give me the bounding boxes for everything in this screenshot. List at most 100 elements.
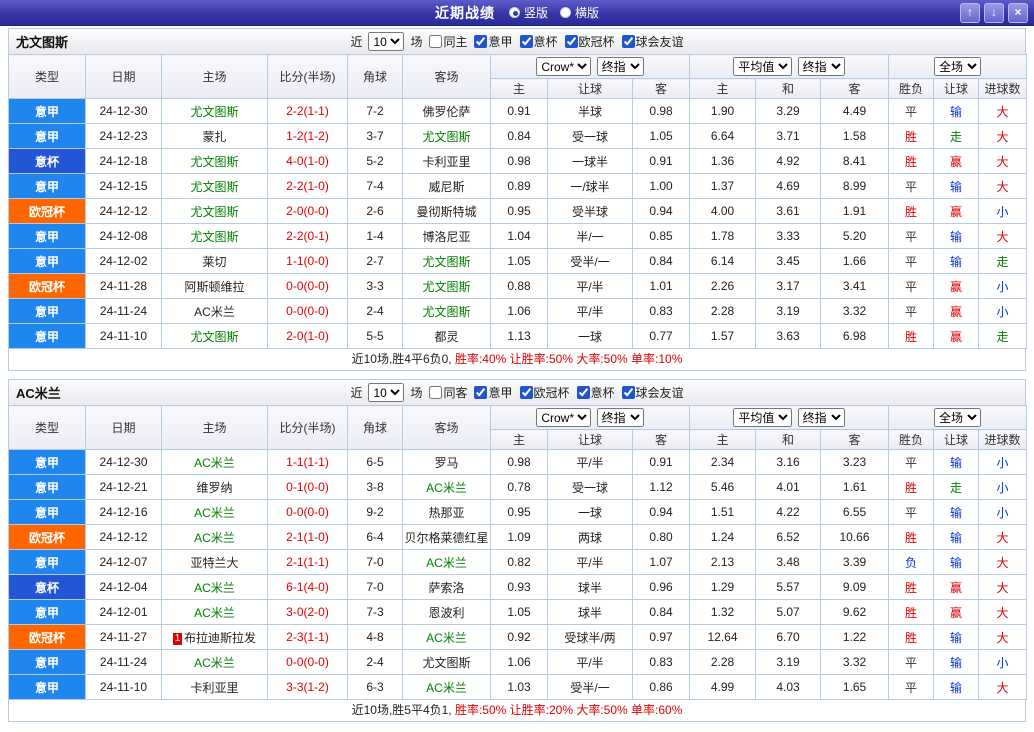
handicap-company-select[interactable]: Crow* (536, 408, 591, 427)
same-venue-checkbox[interactable] (429, 386, 442, 399)
corner-score: 1-4 (348, 224, 403, 249)
score: 2-0(1-0) (268, 324, 348, 349)
europe-avg-select[interactable]: 平均值 (733, 408, 792, 427)
home-team: 尤文图斯 (162, 174, 268, 199)
handicap-stage-select[interactable]: 终指 (597, 408, 644, 427)
view-radio[interactable]: 竖版 (509, 4, 548, 21)
result-handicap: 走 (934, 124, 979, 149)
view-radio[interactable]: 横版 (560, 4, 599, 21)
handicap-odds-away: 0.84 (633, 600, 690, 625)
avg-odds-home: 1.36 (690, 149, 756, 174)
handicap-company-select[interactable]: Crow* (536, 57, 591, 76)
result-goals: 大 (979, 625, 1027, 650)
league-checkbox[interactable] (577, 386, 590, 399)
league-checkbox[interactable] (565, 35, 578, 48)
recent-count-select[interactable]: 10 (368, 383, 404, 402)
league-checkbox[interactable] (474, 386, 487, 399)
col-header-score: 比分(半场) (268, 55, 348, 99)
match-row: 意甲24-12-08尤文图斯2-2(0-1)1-4博洛尼亚1.04半/一0.85… (9, 224, 1027, 249)
result-wdl: 胜 (889, 625, 934, 650)
avg-odds-away: 3.39 (821, 550, 889, 575)
handicap-odds-group: Crow* 终指 (491, 55, 690, 79)
fulltime-select[interactable]: 全场 (934, 57, 981, 76)
recent-label: 近 (350, 33, 362, 50)
avg-odds-home: 1.57 (690, 324, 756, 349)
result-handicap: 输 (934, 224, 979, 249)
avg-odds-away: 1.65 (821, 675, 889, 700)
result-goals: 小 (979, 274, 1027, 299)
handicap-line: 受一球 (548, 475, 633, 500)
home-team: 莱切 (162, 249, 268, 274)
same-venue-checkbox[interactable] (429, 35, 442, 48)
corner-score: 7-2 (348, 99, 403, 124)
result-wdl: 胜 (889, 149, 934, 174)
league-filter[interactable]: 欧冠杯 (516, 384, 570, 401)
handicap-stage-select[interactable]: 终指 (597, 57, 644, 76)
result-goals: 小 (979, 475, 1027, 500)
avg-odds-draw: 3.19 (756, 650, 821, 675)
league-checkbox[interactable] (622, 35, 635, 48)
fulltime-select[interactable]: 全场 (934, 408, 981, 427)
result-goals: 大 (979, 99, 1027, 124)
handicap-odds-away: 1.05 (633, 124, 690, 149)
league-filter[interactable]: 球会友谊 (618, 384, 684, 401)
away-team: 热那亚 (403, 500, 491, 525)
score: 2-3(1-1) (268, 625, 348, 650)
league-filter[interactable]: 意甲 (470, 384, 512, 401)
europe-stage-select[interactable]: 终指 (798, 408, 845, 427)
league-filter[interactable]: 球会友谊 (618, 33, 684, 50)
col-header-o2-home: 主 (690, 430, 756, 450)
result-handicap: 输 (934, 675, 979, 700)
league-checkbox[interactable] (520, 35, 533, 48)
handicap-odds-away: 0.94 (633, 500, 690, 525)
corner-score: 3-8 (348, 475, 403, 500)
away-team: 尤文图斯 (403, 274, 491, 299)
europe-avg-select[interactable]: 平均值 (733, 57, 792, 76)
home-team: AC米兰 (162, 525, 268, 550)
league-checkbox[interactable] (622, 386, 635, 399)
league-checkbox[interactable] (474, 35, 487, 48)
score: 0-1(0-0) (268, 475, 348, 500)
avg-odds-away: 4.49 (821, 99, 889, 124)
match-date: 24-12-12 (86, 199, 162, 224)
result-goals: 小 (979, 299, 1027, 324)
league-filter[interactable]: 意杯 (516, 33, 558, 50)
move-down-button[interactable]: ↓ (984, 3, 1004, 23)
col-header-away: 客场 (403, 55, 491, 99)
home-team: AC米兰 (162, 500, 268, 525)
summary-segment: 让胜率:50% (510, 352, 577, 366)
league-filter[interactable]: 欧冠杯 (561, 33, 615, 50)
match-date: 24-11-10 (86, 324, 162, 349)
match-date: 24-12-01 (86, 600, 162, 625)
same-venue-label: 同客 (443, 384, 467, 401)
league-badge-cell: 意甲 (9, 124, 86, 149)
avg-odds-draw: 4.01 (756, 475, 821, 500)
avg-odds-away: 3.41 (821, 274, 889, 299)
league-filter[interactable]: 意甲 (470, 33, 512, 50)
match-date: 24-11-24 (86, 650, 162, 675)
handicap-line: 两球 (548, 525, 633, 550)
result-handicap: 赢 (934, 600, 979, 625)
recent-count-select[interactable]: 10 (368, 32, 404, 51)
away-team: AC米兰 (403, 475, 491, 500)
result-wdl: 胜 (889, 475, 934, 500)
handicap-line: 平/半 (548, 550, 633, 575)
result-handicap: 赢 (934, 199, 979, 224)
same-venue-filter[interactable]: 同客 (425, 384, 467, 401)
results-body: 意甲24-12-30AC米兰1-1(1-1)6-5罗马0.98平/半0.912.… (9, 450, 1027, 700)
handicap-line: 受半/一 (548, 675, 633, 700)
same-venue-filter[interactable]: 同主 (425, 33, 467, 50)
col-header-home: 主场 (162, 55, 268, 99)
europe-stage-select[interactable]: 终指 (798, 57, 845, 76)
score: 2-1(1-1) (268, 550, 348, 575)
move-up-button[interactable]: ↑ (960, 3, 980, 23)
league-filter[interactable]: 意杯 (573, 384, 615, 401)
avg-odds-home: 1.51 (690, 500, 756, 525)
league-checkbox[interactable] (520, 386, 533, 399)
corner-score: 7-0 (348, 575, 403, 600)
col-header-o2-away: 客 (821, 79, 889, 99)
league-badge-cell: 意甲 (9, 500, 86, 525)
close-button[interactable]: × (1008, 3, 1028, 23)
away-team: 尤文图斯 (403, 650, 491, 675)
col-header-wdl: 胜负 (889, 430, 934, 450)
